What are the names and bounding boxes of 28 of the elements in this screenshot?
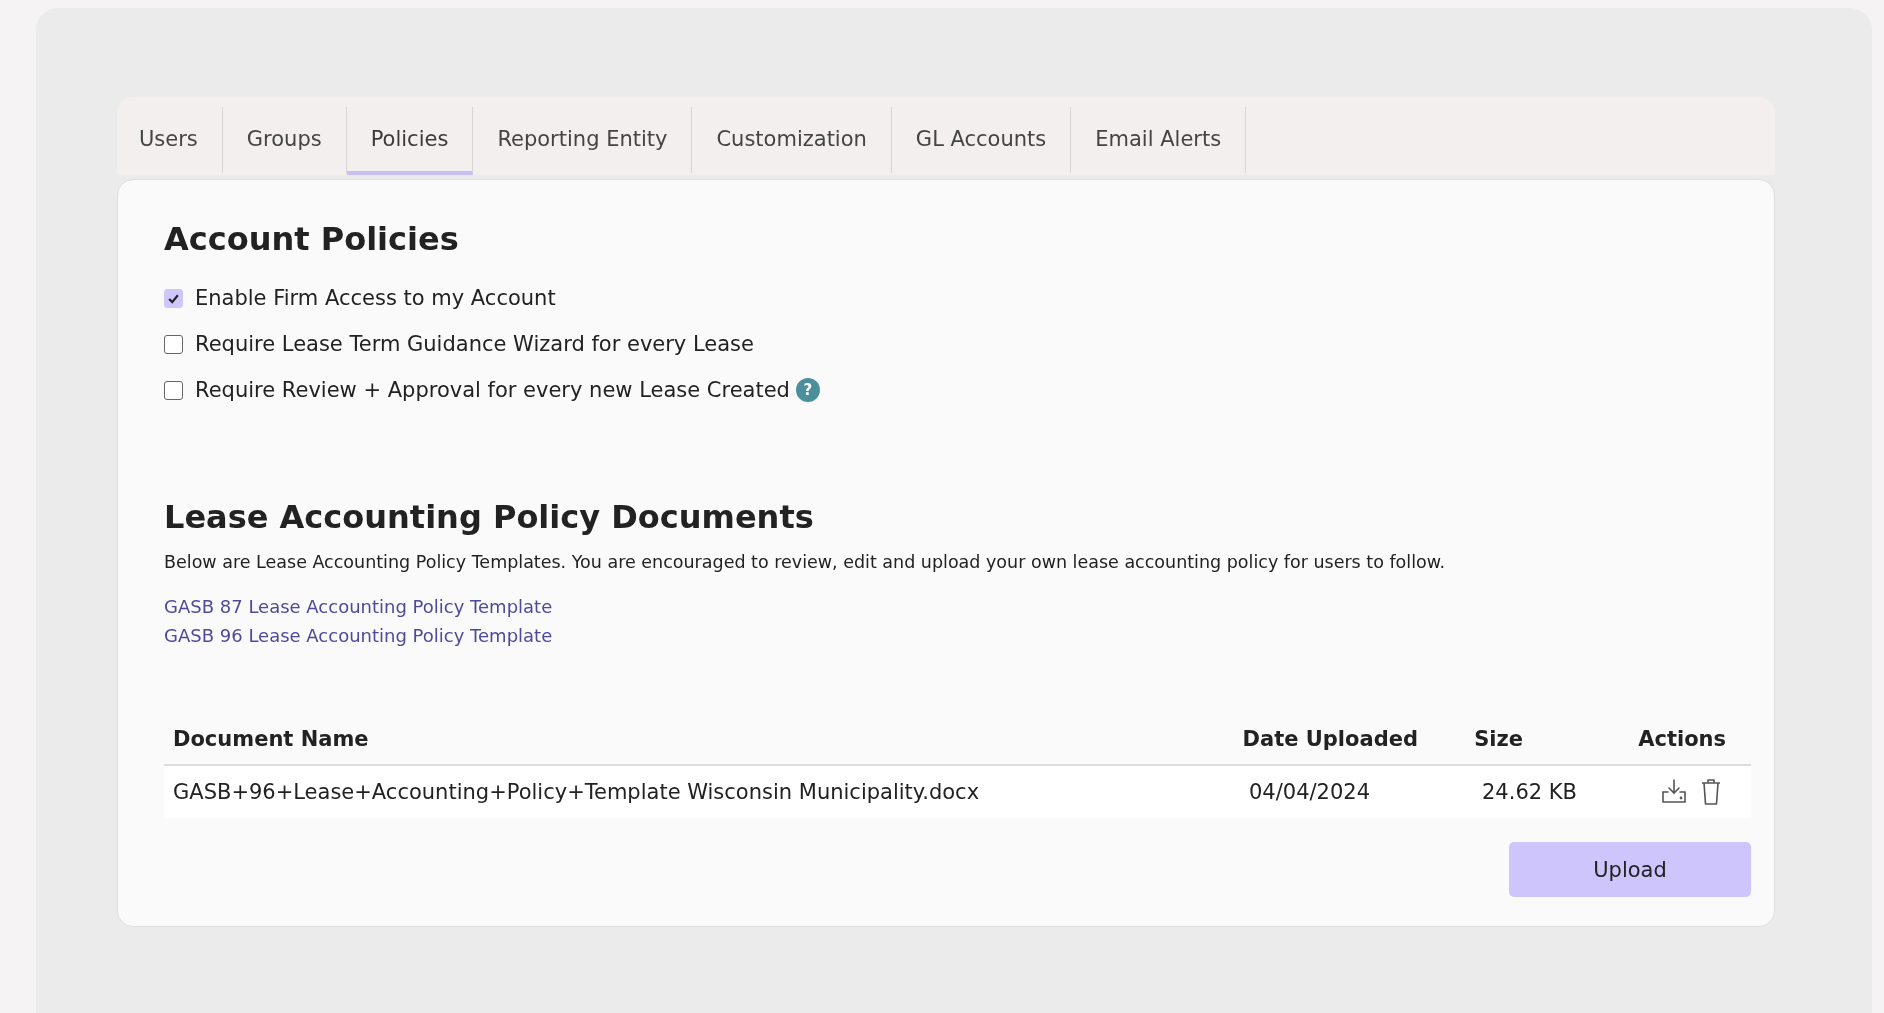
tab[interactable]: GL Accounts <box>891 107 1072 175</box>
column-header: Actions <box>1638 727 1727 751</box>
template-link[interactable]: GASB 96 Lease Accounting Policy Template <box>164 625 553 646</box>
checkbox-label: Require Review + Approval for every new Lease Created <box>195 378 790 402</box>
template-link[interactable]: GASB 87 Lease Accounting Policy Template <box>164 596 553 617</box>
tab[interactable]: Users <box>117 107 223 175</box>
table-cell-text: 24.62 KB <box>1482 780 1578 804</box>
checkbox-label: Require Lease Term Guidance Wizard for every Lease <box>195 332 754 356</box>
upload-button[interactable]: Upload <box>1509 842 1751 897</box>
trash-icon[interactable] <box>1700 778 1722 806</box>
checkbox[interactable] <box>164 380 183 400</box>
tab[interactable]: Groups <box>222 107 347 175</box>
checkbox[interactable] <box>164 334 183 354</box>
section-title: Lease Accounting Policy Documents <box>164 498 815 536</box>
section-title: Account Policies <box>164 220 460 258</box>
column-header: Date Uploaded <box>1242 727 1419 751</box>
table-cell-text: GASB+96+Lease+Accounting+Policy+Template Wisconsin Municipality.docx <box>173 780 981 804</box>
tab[interactable]: Email Alerts <box>1071 107 1247 175</box>
download-icon[interactable] <box>1660 778 1688 804</box>
tab[interactable]: Policies <box>346 107 474 175</box>
table-cell-text: 04/04/2024 <box>1249 780 1372 804</box>
column-header: Document Name <box>173 727 370 751</box>
column-header: Size <box>1474 727 1524 751</box>
description-text: Below are Lease Accounting Policy Templates. You are encouraged to review, edit and upload your own lease accounting policy for users to follow. <box>164 552 1446 572</box>
tab[interactable]: Reporting Entity <box>473 107 693 175</box>
tab[interactable]: Customization <box>692 107 892 175</box>
help-icon[interactable]: ? <box>795 378 820 402</box>
checkbox-label: Enable Firm Access to my Account <box>195 286 556 310</box>
